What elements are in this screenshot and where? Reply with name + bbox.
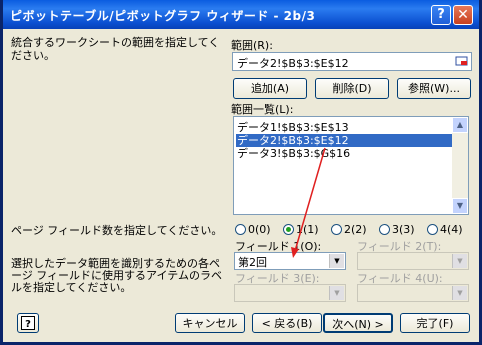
annotation-arrow	[291, 147, 326, 258]
pivot-wizard-dialog: ピボットテーブル/ピボットグラフ ウィザード - 2b/3 ? ✕ 統合するワー…	[0, 0, 482, 345]
finish-button[interactable]: 完了(F)	[400, 313, 470, 333]
svg-text:?: ?	[25, 319, 31, 330]
cancel-button[interactable]: キャンセル	[175, 313, 245, 333]
back-button[interactable]: < 戻る(B)	[252, 313, 322, 333]
next-button[interactable]: 次へ(N) >	[323, 313, 393, 333]
help-icon[interactable]: ?	[17, 313, 39, 333]
